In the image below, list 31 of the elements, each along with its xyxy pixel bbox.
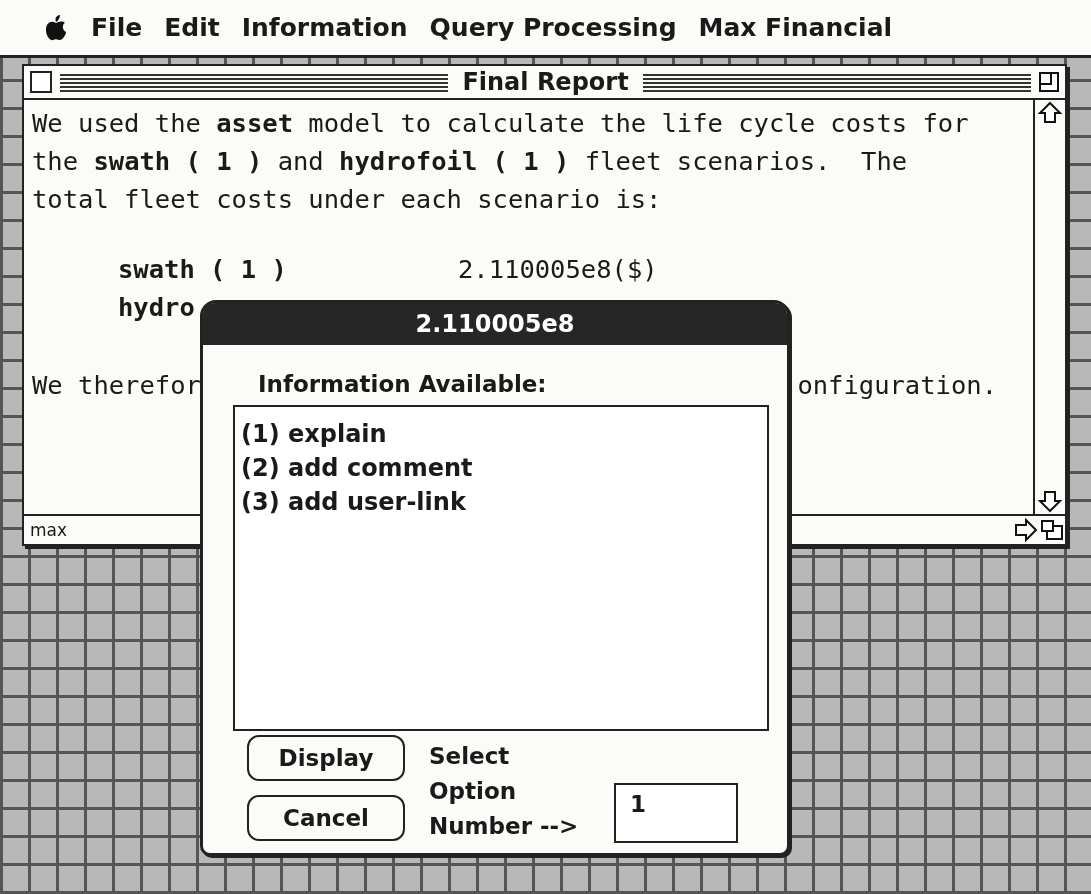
right-arrow-icon[interactable] [1013,518,1039,542]
window-title: Final Report [461,68,630,96]
zoom-box-icon[interactable] [1039,72,1059,92]
conclusion-text: We therefor [32,369,201,402]
close-box[interactable] [30,71,52,93]
resize-box-icon[interactable] [1039,518,1065,542]
dialog-button[interactable]: Cancel [247,795,405,841]
dialog-title: 2.110005e8 [203,303,787,345]
prompt-label: Number --> [429,812,580,841]
scenario-name: swath ( 1 ) [118,253,288,286]
up-arrow-icon[interactable] [1037,100,1063,126]
option-number-field[interactable]: 1 [614,783,738,843]
option-item[interactable]: (3) add user-link [241,485,761,519]
vertical-scrollbar[interactable] [1033,100,1065,514]
down-arrow-icon[interactable] [1037,488,1063,514]
scenario-cost: 2.110005e8($) [458,253,659,286]
menu-item[interactable]: Edit [164,13,220,42]
report-paragraph: We used the asset model to calculate the life cycle costs for the swath ( 1 ) and hydrofoil ( 1 ) fleet scenarios. The total fleet costs under each scenario is: [32,107,970,216]
menu-item[interactable]: Max Financial [698,13,893,42]
option-item[interactable]: (2) add comment [241,451,761,485]
option-item[interactable]: (1) explain [241,417,761,451]
prompt-label: Select [429,742,511,771]
conclusion-text: onfiguration. [797,369,997,402]
status-text: max [29,520,68,540]
apple-logo-icon[interactable] [45,14,67,41]
prompt-label: Option [429,777,518,806]
menu-item[interactable]: Query Processing [429,13,677,42]
menu-item[interactable]: File [91,13,143,42]
list-heading: Information Available: [258,371,548,397]
dialog-button[interactable]: Display [247,735,405,781]
menu-item[interactable]: Information [241,13,408,42]
